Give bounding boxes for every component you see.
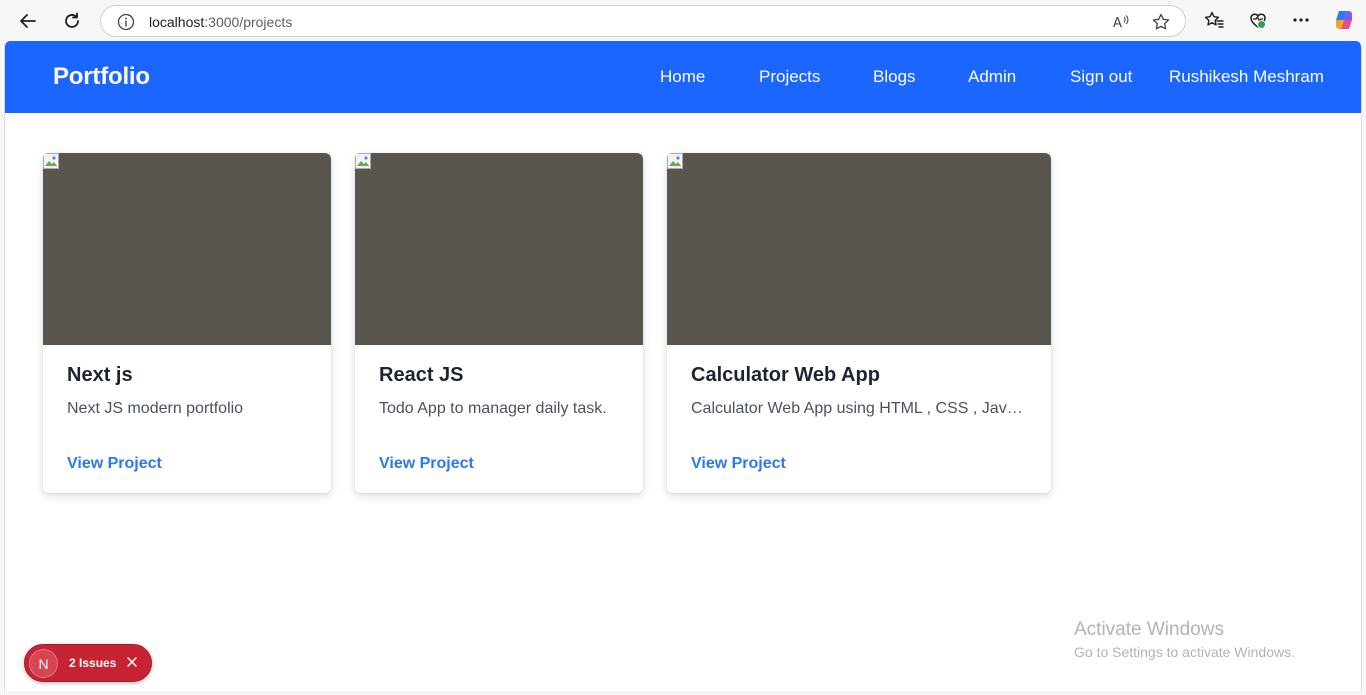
project-description: Next JS modern portfolio — [67, 400, 244, 417]
arrow-left-icon — [20, 14, 36, 28]
browser-toolbar: localhost:3000/projects A — [0, 0, 1366, 41]
nextjs-logo-icon[interactable]: N — [29, 649, 58, 678]
project-description: Calculator Web App using HTML , CSS , Ja… — [691, 400, 1027, 417]
url-path: :3000/projects — [204, 14, 293, 30]
nav-sign-out[interactable]: Sign out — [1070, 67, 1132, 87]
nav-user-name[interactable]: Rushikesh Meshram — [1169, 67, 1324, 87]
nav-projects[interactable]: Projects — [759, 67, 820, 87]
nav-admin[interactable]: Admin — [968, 67, 1016, 87]
brand-logo[interactable]: Portfolio — [53, 63, 150, 91]
project-title: Next js — [67, 364, 133, 386]
project-image — [355, 153, 643, 345]
project-image — [43, 153, 331, 345]
activate-windows-subtitle: Go to Settings to activate Windows. — [1074, 644, 1295, 660]
more-icon[interactable] — [1290, 9, 1312, 31]
reload-button[interactable] — [57, 6, 87, 36]
project-description: Todo App to manager daily task. — [379, 400, 607, 417]
issues-count[interactable]: 2 Issues — [69, 656, 116, 670]
reload-icon — [65, 12, 79, 28]
broken-image-icon — [43, 153, 59, 169]
page-viewport: Portfolio Home Projects Blogs Admin Sign… — [4, 41, 1362, 691]
nav-home[interactable]: Home — [660, 67, 705, 87]
project-image — [667, 153, 1051, 345]
favorites-icon[interactable] — [1203, 9, 1225, 31]
project-card: React JS Todo App to manager daily task.… — [355, 153, 643, 493]
project-card: Next js Next JS modern portfolio View Pr… — [43, 153, 331, 493]
browser-essentials-button[interactable] — [1247, 9, 1269, 31]
url-host: localhost — [149, 14, 205, 30]
status-badge — [1257, 20, 1266, 29]
info-icon[interactable] — [117, 13, 135, 31]
view-project-link[interactable]: View Project — [379, 455, 474, 473]
project-title: Calculator Web App — [691, 364, 880, 386]
broken-image-icon — [355, 153, 371, 169]
nextjs-issues-button[interactable]: N 2 Issues — [24, 644, 152, 682]
close-icon[interactable] — [125, 655, 139, 669]
activate-windows-title: Activate Windows — [1074, 619, 1224, 640]
star-icon[interactable] — [1151, 12, 1171, 32]
url-text[interactable]: localhost:3000/projects — [149, 14, 292, 30]
nav-blogs[interactable]: Blogs — [873, 67, 916, 87]
view-project-link[interactable]: View Project — [691, 455, 786, 473]
address-bar[interactable]: localhost:3000/projects A — [100, 5, 1186, 37]
project-card: Calculator Web App Calculator Web App us… — [667, 153, 1051, 493]
back-button[interactable] — [13, 6, 43, 36]
copilot-icon[interactable] — [1332, 8, 1356, 32]
broken-image-icon — [667, 153, 683, 169]
svg-text:A: A — [1113, 16, 1122, 31]
project-title: React JS — [379, 364, 464, 386]
site-header: Portfolio Home Projects Blogs Admin Sign… — [5, 41, 1361, 113]
view-project-link[interactable]: View Project — [67, 455, 162, 473]
read-aloud-icon[interactable]: A — [1111, 12, 1131, 32]
